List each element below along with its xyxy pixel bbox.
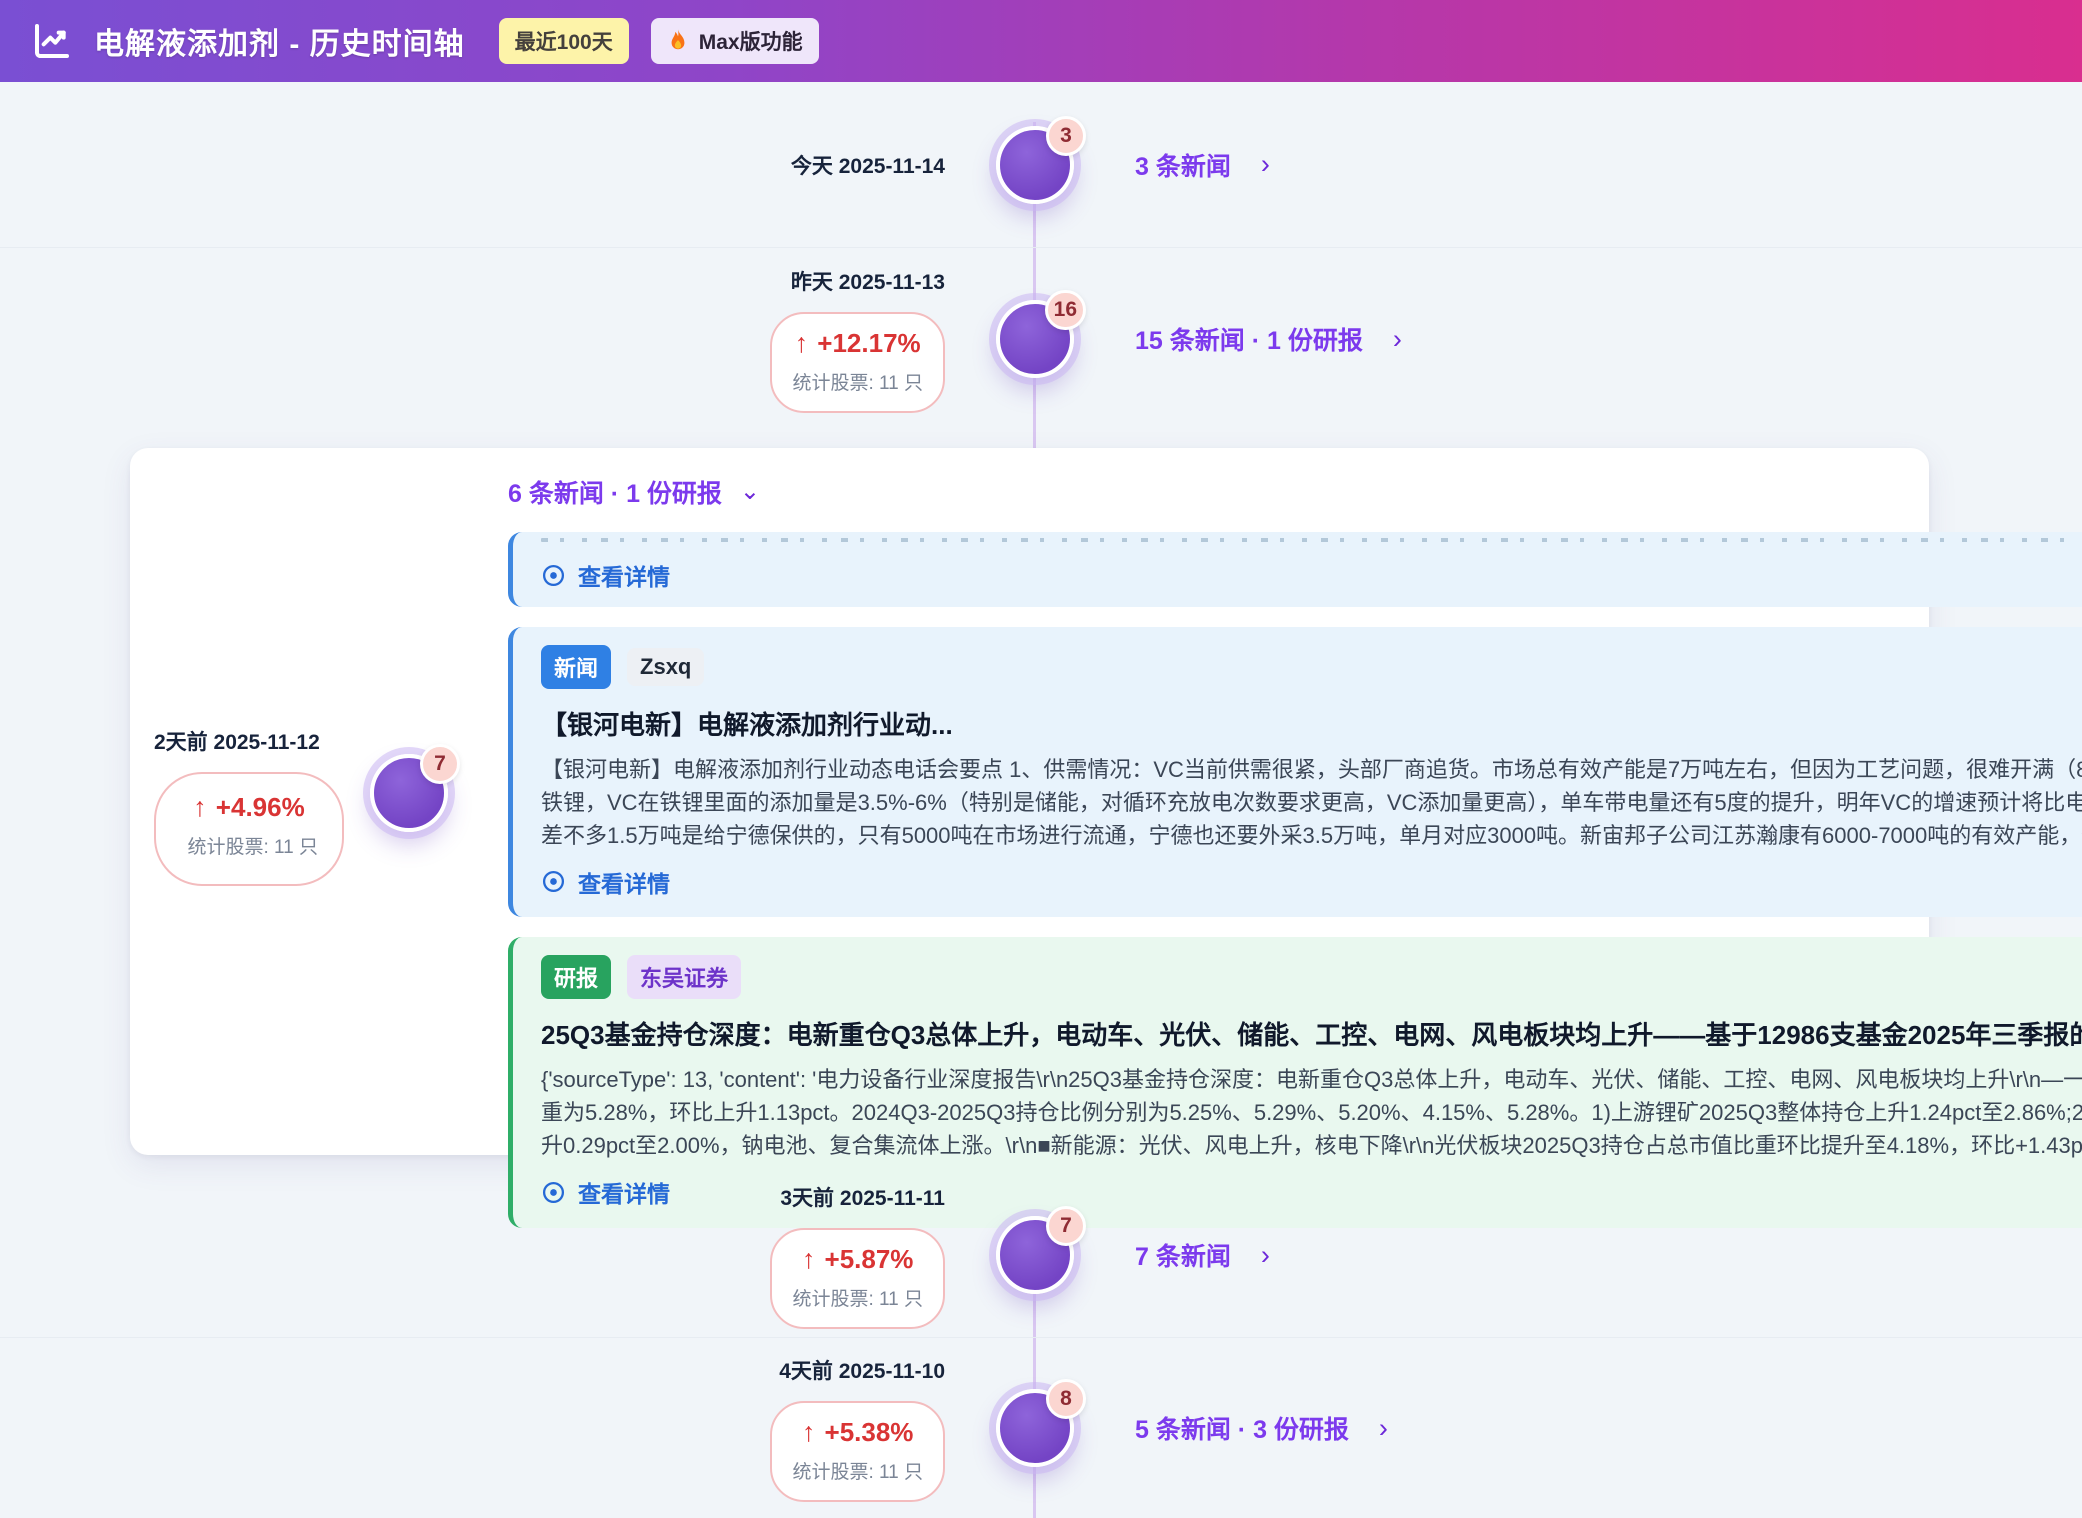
change-percent: +5.87% <box>825 1244 914 1275</box>
timeline-node[interactable]: 3 <box>996 126 1074 204</box>
date-label: 4天前 2025-11-10 <box>779 1355 945 1385</box>
news-summary-label: 5 条新闻 · 3 份研报 <box>1135 1410 1349 1446</box>
max-feature-label: Max版功能 <box>699 26 803 56</box>
news-title: 【银河电新】电解液添加剂行业动... <box>541 705 2082 742</box>
news-card: 新闻 Zsxq 【银河电新】电解液添加剂行业动... 【银河电新】电解液添加剂行… <box>508 627 2082 918</box>
chevron-right-icon: › <box>1261 1242 1270 1269</box>
news-body: 【银河电新】电解液添加剂行业动态电话会要点 1、供需情况：VC当前供需很紧，头部… <box>541 753 2082 852</box>
expanded-summary-label: 6 条新闻 · 1 份研报 <box>508 474 722 510</box>
view-detail-label: 查看详情 <box>578 558 670 592</box>
event-count-badge: 7 <box>420 744 460 784</box>
chevron-right-icon: › <box>1393 326 1402 353</box>
timeline: 今天 2025-11-14 3 3 条新闻 › 昨天 2025-11-13 ↑ … <box>0 82 2082 1518</box>
report-title: 25Q3基金持仓深度：电新重仓Q3总体上升，电动车、光伏、储能、工控、电网、风电… <box>541 1015 2082 1052</box>
expanded-day-panel: 2天前 2025-11-12 ↑ +4.96% 统计股票: 11 只 7 6 条… <box>130 448 1929 1155</box>
event-count-badge: 8 <box>1046 1379 1086 1419</box>
news-summary-label: 3 条新闻 <box>1135 147 1231 183</box>
news-body-line: 铁锂，VC在铁锂里面的添加量是3.5%-6%（特别是储能，对循环充放电次数要求更… <box>541 786 2082 819</box>
up-arrow-icon: ↑ <box>802 1244 816 1275</box>
card-type-badge: 研报 <box>541 955 611 999</box>
change-stat-bubble: ↑ +5.38% 统计股票: 11 只 <box>770 1401 945 1502</box>
trend-chart-icon <box>32 21 72 61</box>
clipped-text-sliver <box>541 537 2082 545</box>
news-summary-label: 15 条新闻 · 1 份研报 <box>1135 321 1363 357</box>
card-type-badge: 新闻 <box>541 645 611 689</box>
timeline-node[interactable]: 7 <box>996 1216 1074 1294</box>
chevron-right-icon: › <box>1379 1415 1388 1442</box>
change-percent: +4.96% <box>216 792 305 823</box>
news-card-clipped: 查看详情 <box>508 532 2082 607</box>
date-label: 昨天 2025-11-13 <box>791 266 945 296</box>
card-source-badge: 东吴证券 <box>627 955 741 999</box>
stocks-count: 统计股票: 11 只 <box>792 368 923 395</box>
event-count-badge: 7 <box>1046 1206 1086 1246</box>
up-arrow-icon: ↑ <box>802 1417 816 1448</box>
up-arrow-icon: ↑ <box>795 328 809 359</box>
news-summary-link[interactable]: 5 条新闻 · 3 份研报 › <box>1135 1410 1388 1446</box>
news-body-line: 【银河电新】电解液添加剂行业动态电话会要点 1、供需情况：VC当前供需很紧，头部… <box>541 753 2082 786</box>
stocks-count: 统计股票: 11 只 <box>792 1457 923 1484</box>
change-percent: +5.38% <box>825 1417 914 1448</box>
change-percent: +12.17% <box>817 328 920 359</box>
news-body-line: 差不多1.5万吨是给宁德保供的，只有5000吨在市场进行流通，宁德也还要外采3.… <box>541 819 2082 852</box>
report-body-line: {'sourceType': 13, 'content': '电力设备行业深度报… <box>541 1063 2082 1096</box>
news-summary-label: 7 条新闻 <box>1135 1237 1231 1273</box>
timeline-row-2025-11-14: 今天 2025-11-14 3 3 条新闻 › <box>0 82 2082 248</box>
view-detail-link[interactable]: 查看详情 <box>541 558 670 592</box>
up-arrow-icon: ↑ <box>193 792 207 823</box>
stocks-count: 统计股票: 11 只 <box>792 1284 923 1311</box>
view-detail-label: 查看详情 <box>578 865 670 899</box>
chevron-right-icon: › <box>1261 151 1270 178</box>
view-detail-link[interactable]: 查看详情 <box>541 865 670 899</box>
change-stat-bubble: ↑ +5.87% 统计股票: 11 只 <box>770 1228 945 1329</box>
timeline-row-2025-11-11: 3天前 2025-11-11 ↑ +5.87% 统计股票: 11 只 7 7 条… <box>0 1173 2082 1338</box>
app-header: 电解液添加剂 - 历史时间轴 最近100天 Max版功能 <box>0 0 2082 82</box>
date-label: 今天 2025-11-14 <box>791 150 945 180</box>
timeline-row-2025-11-12-expanded: 2天前 2025-11-12 ↑ +4.96% 统计股票: 11 只 7 6 条… <box>0 430 2082 1173</box>
report-body: {'sourceType': 13, 'content': '电力设备行业深度报… <box>541 1063 2082 1162</box>
change-stat-bubble: ↑ +4.96% 统计股票: 11 只 <box>154 772 344 886</box>
card-source-badge: Zsxq <box>627 648 704 686</box>
collapse-day-link[interactable]: 6 条新闻 · 1 份研报 ⌄ <box>508 474 760 510</box>
eye-icon <box>541 869 566 894</box>
report-body-line: 升0.29pct至2.00%，钠电池、复合集流体上涨。\r\n■新能源：光伏、风… <box>541 1129 2082 1162</box>
event-count-badge: 3 <box>1046 116 1086 156</box>
change-stat-bubble: ↑ +12.17% 统计股票: 11 只 <box>770 312 945 413</box>
news-summary-link[interactable]: 3 条新闻 › <box>1135 147 1270 183</box>
news-summary-link[interactable]: 7 条新闻 › <box>1135 1237 1270 1273</box>
chevron-down-icon: ⌄ <box>740 485 760 499</box>
timeline-row-2025-11-10: 4天前 2025-11-10 ↑ +5.38% 统计股票: 11 只 8 5 条… <box>0 1338 2082 1518</box>
max-feature-badge: Max版功能 <box>651 18 819 64</box>
date-label: 2天前 2025-11-12 <box>154 726 344 756</box>
date-label: 3天前 2025-11-11 <box>780 1182 945 1212</box>
report-body-line: 重为5.28%，环比上升1.13pct。2024Q3-2025Q3持仓比例分别为… <box>541 1096 2082 1129</box>
date-range-badge: 最近100天 <box>499 18 629 64</box>
eye-icon <box>541 563 566 588</box>
timeline-node[interactable]: 8 <box>996 1389 1074 1467</box>
page-title: 电解液添加剂 - 历史时间轴 <box>94 19 465 63</box>
event-card-list: 查看详情 新闻 Zsxq 【银河电新】电解液添加剂行业动... 【银河电新】电解… <box>508 532 2082 1228</box>
fire-icon <box>667 28 689 54</box>
event-count-badge: 16 <box>1045 290 1086 330</box>
timeline-node[interactable]: 16 <box>996 300 1074 378</box>
news-summary-link[interactable]: 15 条新闻 · 1 份研报 › <box>1135 321 1402 357</box>
timeline-row-2025-11-13: 昨天 2025-11-13 ↑ +12.17% 统计股票: 11 只 16 15… <box>0 248 2082 430</box>
timeline-node[interactable]: 7 <box>370 754 448 832</box>
stocks-count: 统计股票: 11 只 <box>180 832 318 864</box>
